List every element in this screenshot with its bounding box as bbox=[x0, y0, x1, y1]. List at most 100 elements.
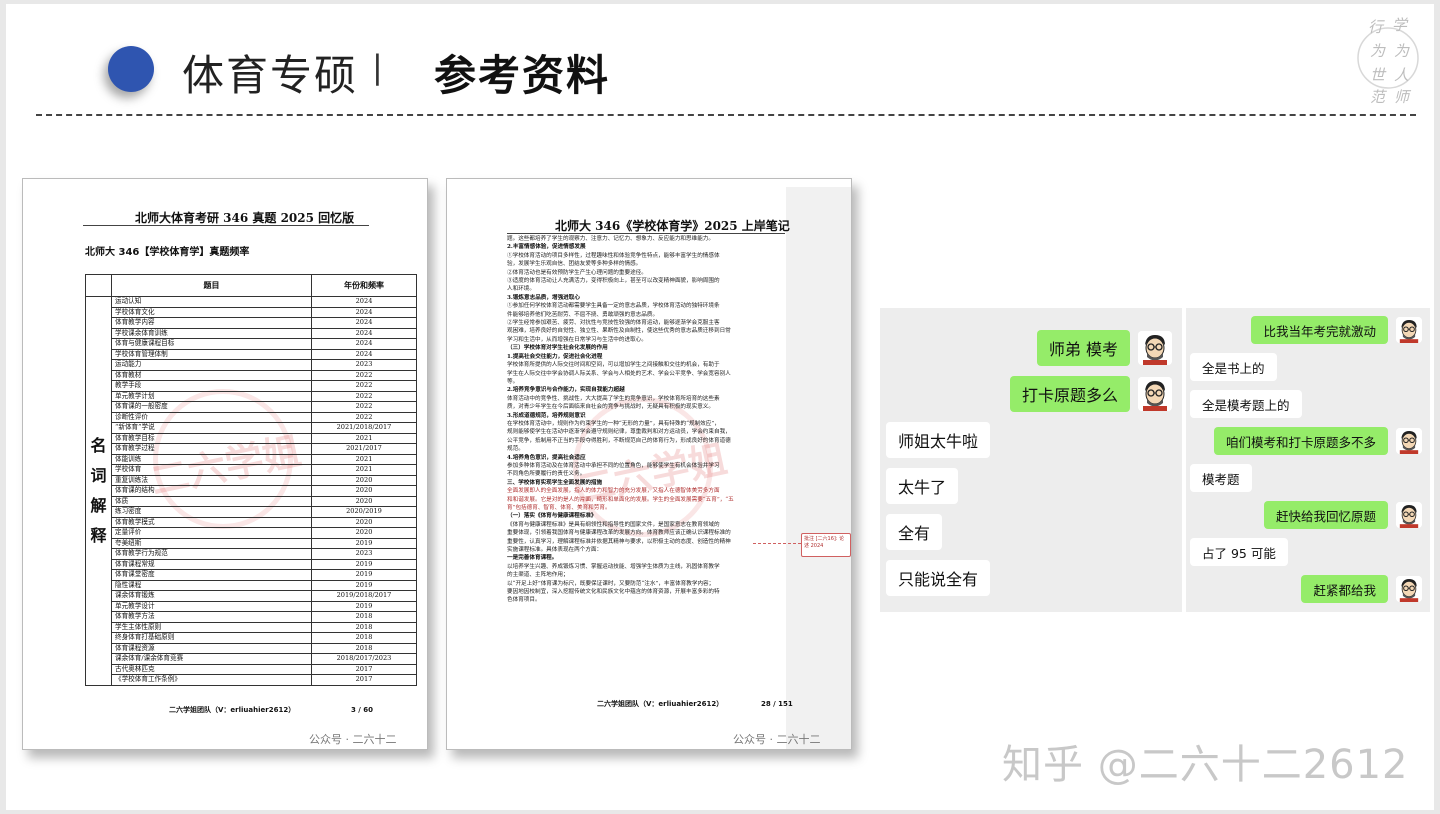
topic-cell: 体育教学内容 bbox=[111, 317, 312, 329]
notes-line: 2.丰富情感体验，促进情感发展 bbox=[507, 244, 586, 251]
year-cell: 2021/2018/2017 bbox=[311, 422, 417, 434]
notes-line: 不同角色所要履行的责任义务。 bbox=[507, 471, 586, 478]
topic-cell: 体育课程常规 bbox=[111, 558, 312, 570]
year-cell: 2022 bbox=[311, 401, 417, 413]
table-row: 课余体育/课余体育竞赛 2018/2017/2023 bbox=[86, 653, 417, 665]
topic-cell: 体育教学行为规范 bbox=[111, 548, 312, 560]
notes-line: 题。这些都培养了学生的观察力、注意力、记忆力、想象力、反应能力和思维能力。 bbox=[507, 236, 714, 242]
sent-message: 比我当年考完就激动 bbox=[1251, 316, 1388, 344]
notes-line: 验，发展学生乐观自信、团结友爱等多种多样的情感。 bbox=[507, 261, 642, 268]
year-cell: 2019 bbox=[311, 558, 417, 570]
avatar[interactable] bbox=[1396, 428, 1422, 454]
table-row: 课余体育锻炼 2019/2018/2017 bbox=[86, 590, 417, 602]
avatar[interactable] bbox=[1396, 576, 1422, 602]
year-cell: 2018 bbox=[311, 611, 417, 623]
year-cell: 2024 bbox=[311, 296, 417, 308]
topic-cell: 学校体育 bbox=[111, 464, 312, 476]
received-message: 占了 95 可能 bbox=[1190, 538, 1288, 566]
notes-line: 育”包括德育、智育、体育、美育和劳育。 bbox=[507, 505, 611, 511]
title-left: 体育专硕 bbox=[182, 51, 359, 100]
table-row: 体育课的结构 2020 bbox=[86, 485, 417, 497]
seal-char: 为 bbox=[1370, 42, 1386, 60]
table-row: 体能训练 2021 bbox=[86, 453, 417, 465]
table-row: 夸美纽斯 2019 bbox=[86, 537, 417, 549]
year-cell: 2023 bbox=[311, 548, 417, 560]
year-cell: 2020 bbox=[311, 527, 417, 539]
doc2-footer: 二六学姐团队（V：erliuahier2612） bbox=[597, 700, 724, 708]
topic-cell: 单元教学设计 bbox=[111, 600, 312, 612]
topic-cell: 体育教学模式 bbox=[111, 516, 312, 528]
topic-cell: 体育教材 bbox=[111, 369, 312, 381]
table-row: 体育教学内容 2024 bbox=[86, 317, 417, 329]
notes-line: ②学生经常参加艰苦、疲劳、对抗性与竞技性较强的体育运动，能够逐渐学会克服主客 bbox=[507, 320, 720, 327]
table-row: 学生主体性原则 2018 bbox=[86, 621, 417, 633]
sent-message: 赶紧都给我 bbox=[1301, 575, 1388, 603]
table-row: 《学校体育工作条例》 2017 bbox=[86, 674, 417, 686]
year-cell: 2022 bbox=[311, 390, 417, 402]
table-row: 隐性课程 2019 bbox=[86, 579, 417, 591]
received-message: 太牛了 bbox=[886, 468, 959, 504]
doc1-subtitle: 北师大 346【学校体育学】真题频率 bbox=[85, 247, 250, 258]
topic-cell: 体育课程资源 bbox=[111, 642, 312, 654]
notes-line: ①学校体育活动的项目多样性，过程趣味性和体验竞争性特点，能够丰富学生的情感体 bbox=[507, 252, 720, 259]
avatar[interactable] bbox=[1396, 317, 1422, 343]
year-cell: 2019 bbox=[311, 600, 417, 612]
table-corner bbox=[85, 274, 112, 297]
year-cell: 2018 bbox=[311, 642, 417, 654]
title-right: 参考资料 bbox=[434, 51, 611, 100]
sent-message: 咱们模考和打卡原题多不多 bbox=[1213, 427, 1388, 455]
notes-line: 公平竞争，抵制用不正当的手段夺得胜利，不断规范自己的体育行为，形成良好的体育道德 bbox=[507, 437, 731, 444]
header-divider bbox=[36, 114, 1416, 116]
seal-char: 范 bbox=[1370, 88, 1387, 106]
avatar[interactable] bbox=[1138, 377, 1172, 411]
sent-message: 打卡原题多么 bbox=[1009, 376, 1130, 412]
table-row: 重复训练法 2020 bbox=[86, 474, 417, 486]
comment-balloon[interactable]: 批注 [二六16]: 论述 2024 bbox=[801, 533, 851, 557]
year-cell: 2019 bbox=[311, 569, 417, 581]
year-cell: 2017 bbox=[311, 663, 417, 675]
notes-line: ③适度的体育活动让人充满活力，变得积极向上，甚至可以改变精神面貌，影响周围的 bbox=[507, 278, 720, 285]
received-message: 全是模考题上的 bbox=[1190, 390, 1302, 418]
sent-message: 赶快给我回忆原题 bbox=[1263, 501, 1388, 529]
table-row: 体育教学目标 2021 bbox=[86, 432, 417, 444]
avatar[interactable] bbox=[1396, 502, 1422, 528]
table-row: 练习密度 2020/2019 bbox=[86, 506, 417, 518]
notes-line: 体育活动中的竞争性、挑战性，大大提高了学生的竞争意识，学校体育所培育的这些素 bbox=[507, 395, 720, 402]
year-cell: 2017 bbox=[311, 674, 417, 686]
notes-line: 参加多种体育活动及在体育活动中承担不同的位置角色，能够使学生有机会体验并学习 bbox=[507, 462, 720, 469]
year-cell: 2021 bbox=[311, 464, 417, 476]
notes-line: （一）落实《体育与健康课程标准》 bbox=[507, 513, 597, 520]
year-cell: 2018 bbox=[311, 621, 417, 633]
column-header-topic: 题目 bbox=[111, 274, 312, 297]
notes-line: ②体育活动也是有效预防学生产生心理问题的重要途径。 bbox=[507, 269, 647, 276]
table-row: 学校课余体育训练 2024 bbox=[86, 327, 417, 339]
table-row: 古代奥林匹克 2017 bbox=[86, 663, 417, 675]
topic-cell: 古代奥林匹克 bbox=[111, 663, 312, 675]
table-row: 体育教学过程 2021/2017 bbox=[86, 443, 417, 455]
year-cell: 2024 bbox=[311, 317, 417, 329]
topic-cell: 体能训练 bbox=[111, 453, 312, 465]
doc1-title: 北师大体育考研 346 真题 2025 回忆版 bbox=[135, 211, 355, 225]
notes-line: 一是完善体育课程。 bbox=[507, 555, 558, 562]
topic-cell: 体育与健康课程目标 bbox=[111, 338, 312, 350]
comment-connector bbox=[753, 543, 801, 544]
topic-cell: 诊断性评价 bbox=[111, 411, 312, 423]
notes-line: 全面发展即人的全面发展，指人的体力和智力的充分发展，又指人在德智体美劳多方面 bbox=[507, 488, 720, 495]
table-row: 学校体育管理体制 2024 bbox=[86, 348, 417, 360]
bullet-dot-icon bbox=[108, 46, 154, 92]
received-message: 师姐太牛啦 bbox=[886, 422, 991, 458]
received-message: 全是书上的 bbox=[1190, 353, 1277, 381]
received-message: 全有 bbox=[886, 514, 943, 550]
notes-line: 2.培养竞争意识与合作能力，实现自我能力超越 bbox=[507, 387, 625, 394]
avatar[interactable] bbox=[1138, 331, 1172, 365]
topic-cell: 《学校体育工作条例》 bbox=[111, 674, 312, 686]
topic-cell: 运动认知 bbox=[111, 296, 312, 308]
table-row: 体育教学模式 2020 bbox=[86, 516, 417, 528]
table-row: 定量评价 2020 bbox=[86, 527, 417, 539]
table-row: 体质 2020 bbox=[86, 495, 417, 507]
year-cell: 2024 bbox=[311, 327, 417, 339]
year-cell: 2024 bbox=[311, 348, 417, 360]
year-cell: 2022 bbox=[311, 411, 417, 423]
year-cell: 2022 bbox=[311, 369, 417, 381]
notes-line: 《体育与健康课程标准》是具有纲领性和指导性的国家文件，是国家意志在教育领域的 bbox=[507, 521, 720, 528]
